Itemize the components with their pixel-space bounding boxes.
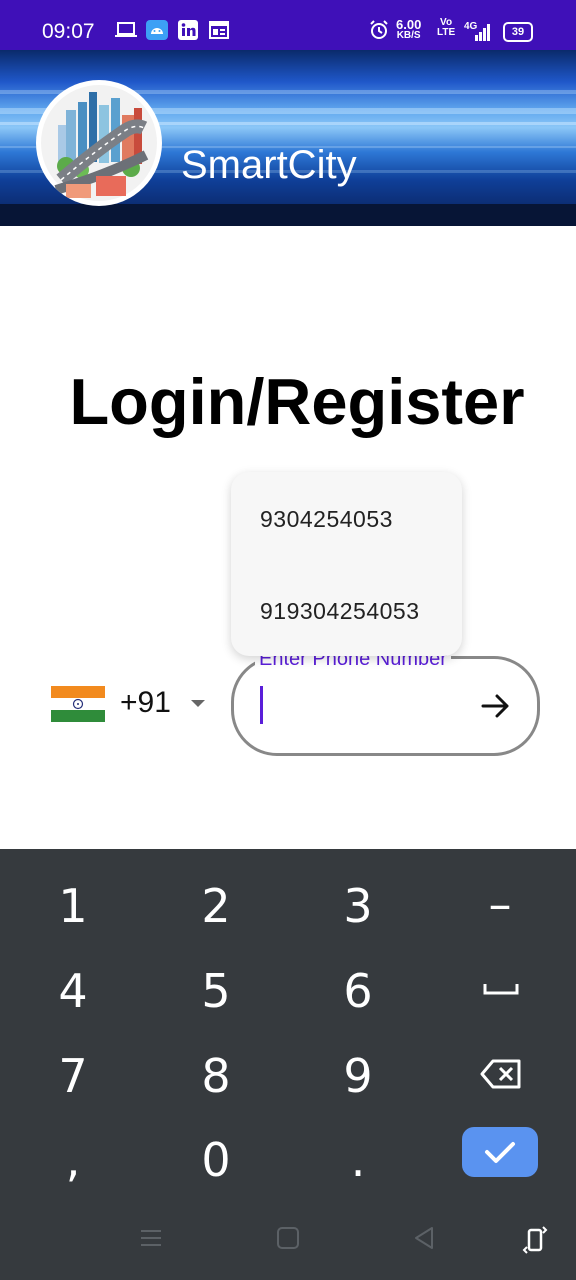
key-7[interactable]: 7 bbox=[23, 1049, 123, 1103]
laptop-icon bbox=[114, 20, 138, 40]
battery-indicator: 39 bbox=[503, 22, 533, 42]
net-speed: 6.00 KB/S bbox=[396, 17, 422, 41]
key-1[interactable]: 1 bbox=[23, 879, 123, 933]
key-dash[interactable]: – bbox=[450, 877, 550, 931]
key-comma[interactable]: , bbox=[23, 1133, 123, 1187]
key-5[interactable]: 5 bbox=[166, 964, 266, 1018]
volte-indicator: Vo LTE bbox=[437, 17, 456, 38]
linkedin-icon bbox=[178, 20, 198, 40]
suggestion-item[interactable]: 9304254053 bbox=[260, 506, 393, 533]
key-3[interactable]: 3 bbox=[308, 879, 408, 933]
done-button[interactable] bbox=[462, 1127, 538, 1177]
key-0[interactable]: 0 bbox=[166, 1133, 266, 1187]
country-code[interactable]: +91 bbox=[120, 686, 171, 720]
app-title: SmartCity bbox=[181, 143, 357, 187]
key-4[interactable]: 4 bbox=[23, 964, 123, 1018]
chevron-down-icon[interactable] bbox=[191, 700, 205, 707]
check-icon bbox=[485, 1142, 515, 1163]
menu-icon[interactable] bbox=[139, 1226, 163, 1255]
numeric-keyboard: 1 2 3 – 4 5 6 7 8 9 , 0 . bbox=[0, 849, 576, 1280]
smartcity-logo bbox=[36, 80, 162, 206]
alarm-icon bbox=[369, 20, 389, 40]
text-cursor bbox=[260, 686, 263, 724]
key-dot[interactable]: . bbox=[308, 1133, 408, 1187]
key-8[interactable]: 8 bbox=[166, 1049, 266, 1103]
home-icon[interactable] bbox=[276, 1226, 300, 1255]
page-title: Login/Register bbox=[69, 365, 525, 438]
suggestion-item[interactable]: 919304254053 bbox=[260, 598, 420, 625]
status-time: 09:07 bbox=[42, 20, 95, 43]
suggestion-popup: 9304254053 919304254053 bbox=[231, 472, 462, 656]
android-icon bbox=[146, 20, 168, 40]
key-6[interactable]: 6 bbox=[308, 964, 408, 1018]
signal-icon bbox=[475, 22, 491, 42]
arrow-right-icon[interactable] bbox=[478, 688, 514, 724]
india-flag-icon[interactable] bbox=[51, 686, 105, 722]
back-icon[interactable] bbox=[412, 1226, 436, 1255]
calendar-icon bbox=[209, 20, 229, 40]
space-icon[interactable] bbox=[483, 982, 519, 1001]
key-9[interactable]: 9 bbox=[308, 1049, 408, 1103]
key-2[interactable]: 2 bbox=[166, 879, 266, 933]
status-bar: 09:07 6.00 KB/S Vo LTE 4G 39 bbox=[0, 0, 576, 50]
backspace-icon[interactable] bbox=[480, 1059, 522, 1094]
rotate-icon[interactable] bbox=[522, 1224, 550, 1261]
